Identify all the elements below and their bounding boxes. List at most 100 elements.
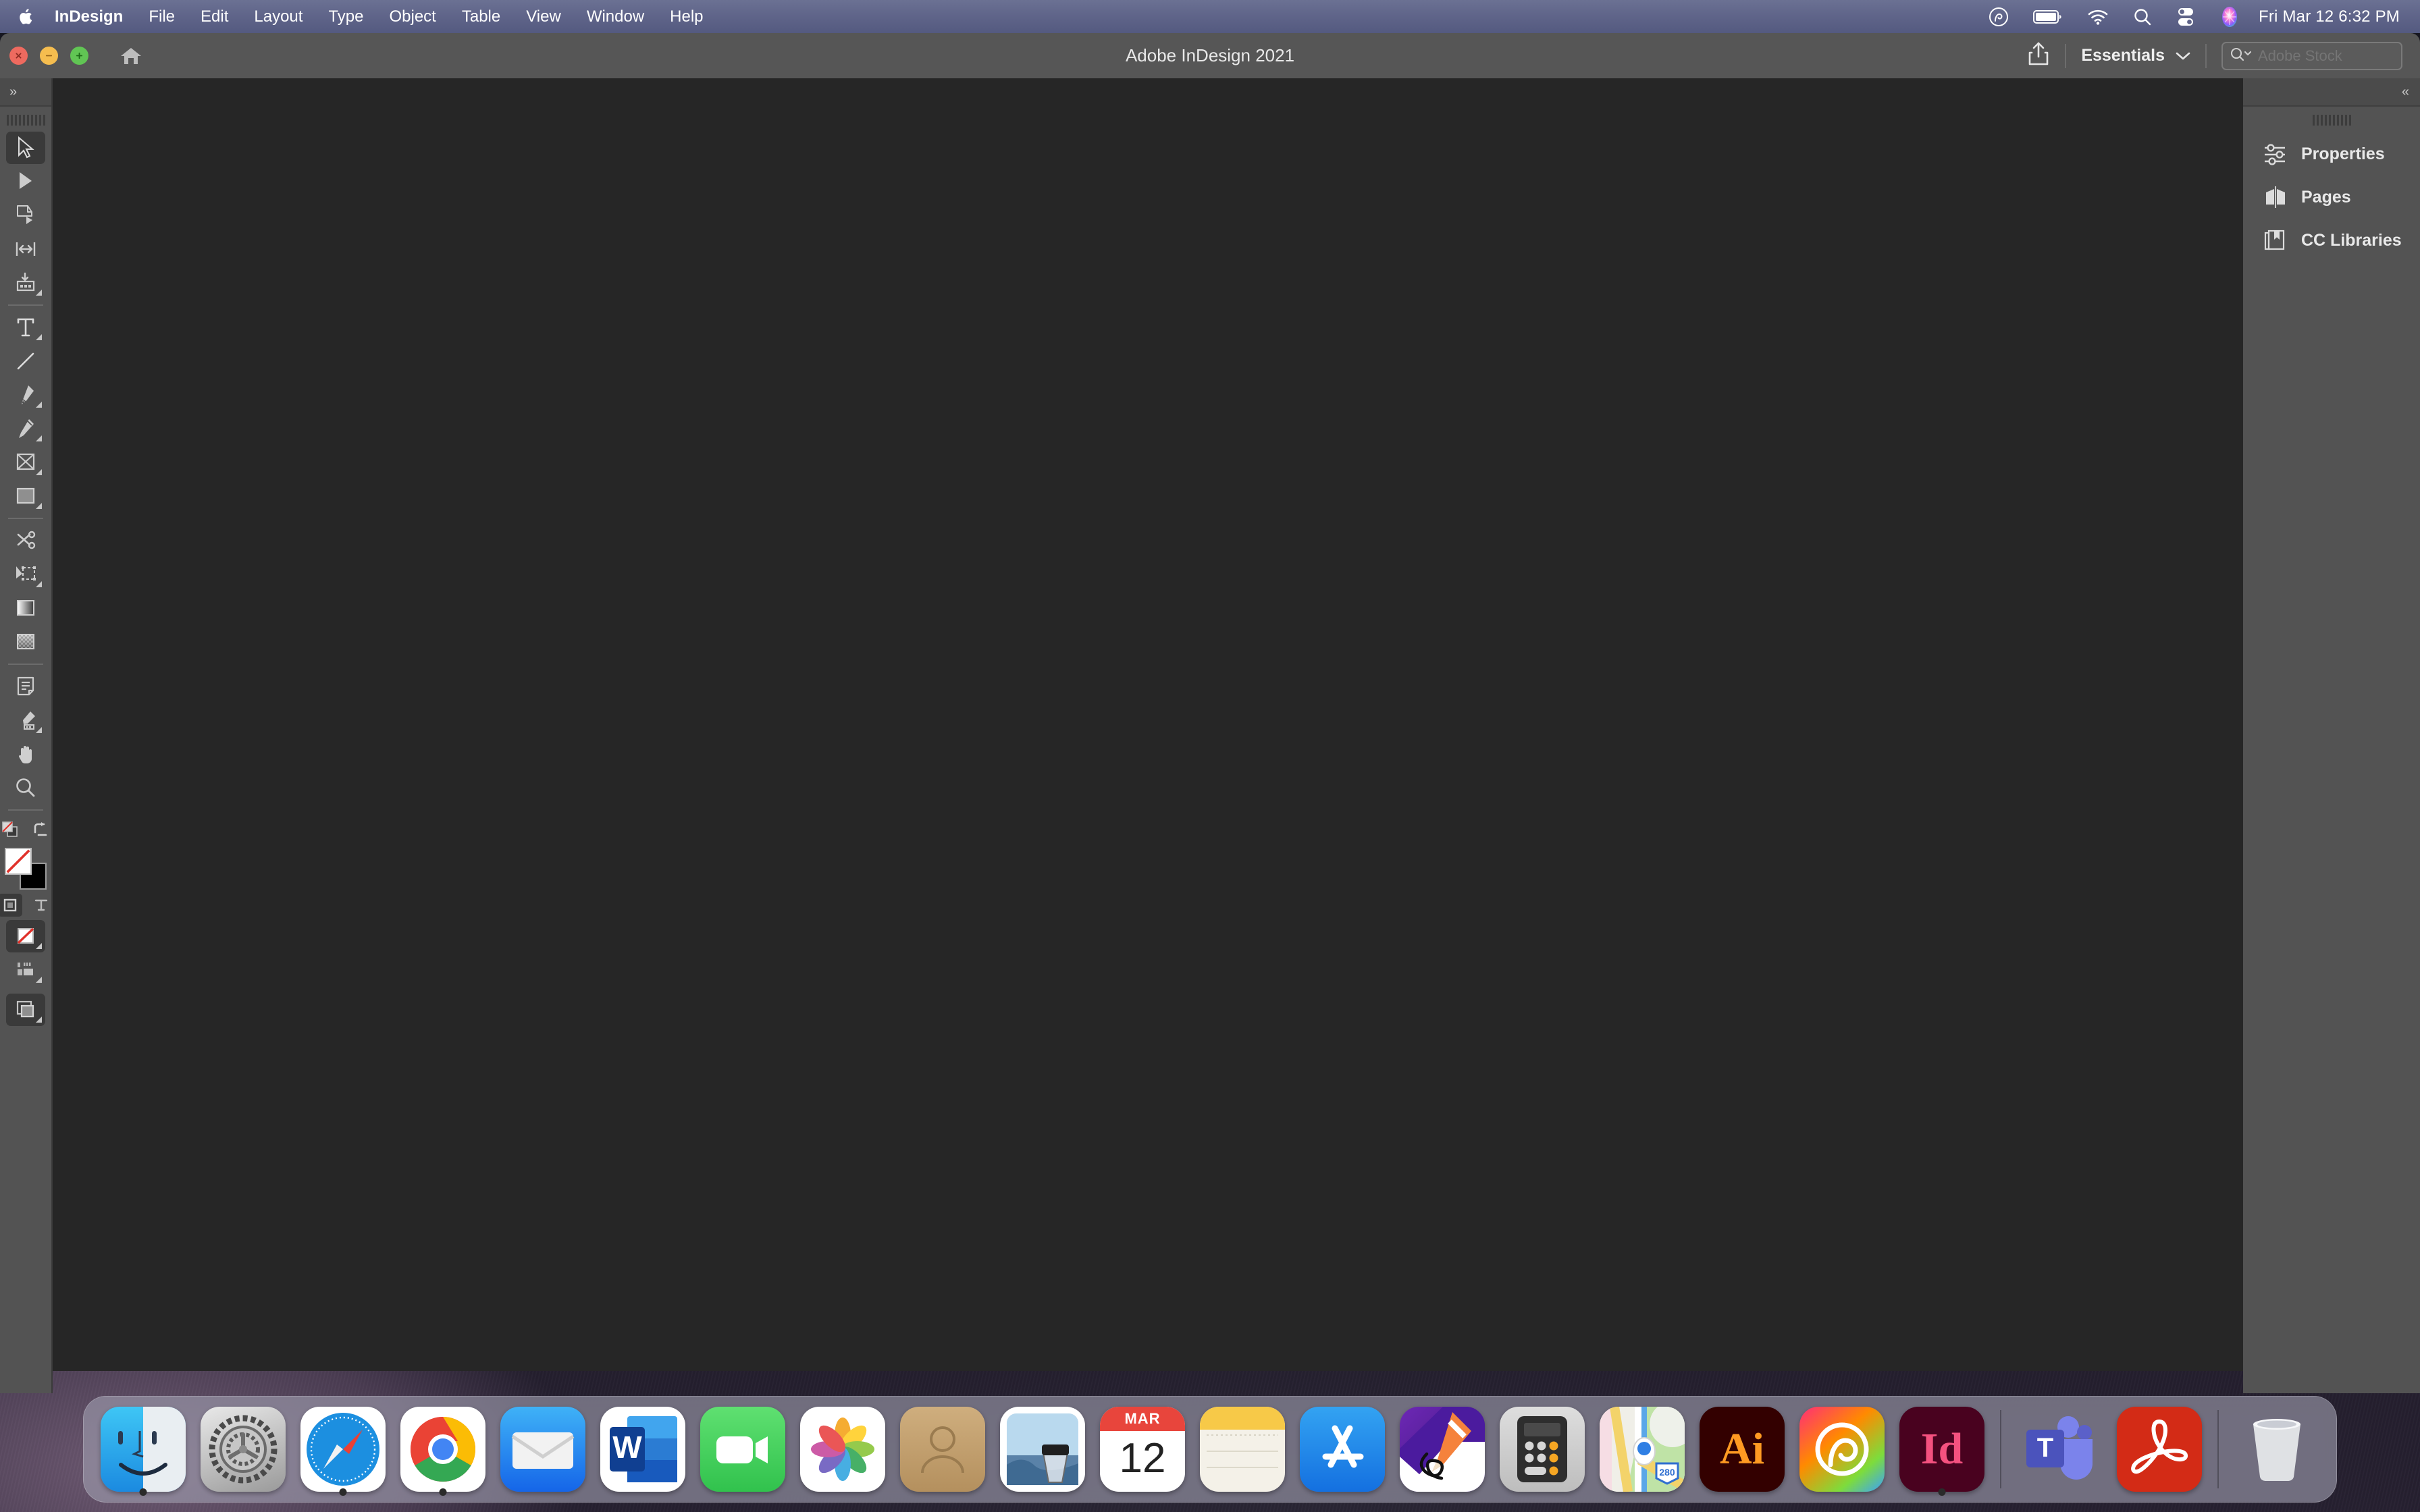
line-tool[interactable] [6,345,45,377]
frame-tool[interactable] [6,446,45,479]
adobe-stock-input[interactable] [2258,47,2394,65]
menu-item-file[interactable]: File [136,0,188,33]
apple-logo-icon[interactable] [19,4,42,30]
apply-gradient-icon[interactable] [6,954,45,986]
dock-item-appstore[interactable]: App Store [1292,1396,1392,1503]
dock-item-word[interactable]: W Microsoft Word [593,1396,693,1503]
home-icon[interactable] [120,46,142,66]
gradient-feather-tool[interactable] [6,626,45,658]
panel-drag-grip[interactable] [2243,107,2420,132]
free-transform-tool[interactable] [6,558,45,591]
gap-tool[interactable] [6,233,45,265]
panel-item-properties[interactable]: Properties [2243,132,2420,176]
svg-text:T: T [2037,1433,2053,1463]
scissors-tool[interactable] [6,524,45,557]
document-canvas[interactable] [53,78,2253,1371]
menu-item-layout[interactable]: Layout [241,0,315,33]
format-affects-text-icon[interactable] [29,894,53,917]
menu-item-view[interactable]: View [513,0,574,33]
dock-item-contacts[interactable]: Contacts [893,1396,993,1503]
apply-none-icon[interactable] [6,920,45,952]
menu-item-type[interactable]: Type [315,0,376,33]
page-tool[interactable] [6,199,45,232]
siri-icon[interactable] [2207,6,2252,28]
dock-item-creativecloud[interactable]: Creative Cloud [1792,1396,1892,1503]
running-indicator [139,1488,147,1496]
wifi-icon[interactable] [2075,8,2121,26]
dock-item-freeform[interactable]: Freeform [1392,1396,1492,1503]
menubar-clock[interactable]: Fri Mar 12 6:32 PM [2252,7,2400,26]
zoom-tool[interactable] [6,772,45,804]
default-fill-stroke-icon[interactable] [0,818,22,841]
dock-item-preview[interactable]: Preview [993,1396,1093,1503]
panel-item-cc-libraries[interactable]: CC Libraries [2243,219,2420,262]
creative-cloud-icon[interactable] [1976,7,2021,27]
fill-stroke-controls-row [0,818,53,841]
pen-tool[interactable] [6,379,45,411]
swap-fill-stroke-icon[interactable] [29,818,53,841]
spotlight-search-icon[interactable] [2121,7,2164,26]
menu-item-edit[interactable]: Edit [188,0,241,33]
type-tool[interactable] [6,311,45,344]
dock-item-maps[interactable]: 280 Maps [1592,1396,1692,1503]
flyout-indicator [36,290,42,296]
chevron-down-icon[interactable] [2176,51,2190,61]
flyout-indicator [36,503,42,509]
panel-item-pages[interactable]: Pages [2243,176,2420,219]
tools-drag-grip[interactable] [6,115,45,126]
traffic-light-group [0,47,88,65]
workspace-switcher-label[interactable]: Essentials [2081,46,2165,65]
dock-item-notes[interactable]: Notes [1192,1396,1292,1503]
dock-item-calendar[interactable]: MAR 12 Calendar [1093,1396,1192,1503]
dock-item-teams[interactable]: T Microsoft Teams [2009,1396,2109,1503]
rectangle-tool[interactable] [6,480,45,512]
close-button[interactable] [9,47,28,65]
dock-item-mail[interactable]: Mail [493,1396,593,1503]
dock-item-finder[interactable]: Finder [93,1396,193,1503]
dock-item-chrome[interactable]: Google Chrome [393,1396,493,1503]
dock-item-safari[interactable]: Safari [293,1396,393,1503]
gradient-swatch-tool[interactable] [6,592,45,624]
fill-swatch[interactable] [5,848,32,875]
menu-item-indesign[interactable]: InDesign [42,0,136,33]
minimize-button[interactable] [40,47,58,65]
note-tool[interactable] [6,670,45,703]
fill-stroke-swatches[interactable] [5,848,47,890]
hand-tool[interactable] [6,738,45,770]
panel-item-label: Pages [2301,187,2351,207]
menu-item-object[interactable]: Object [376,0,448,33]
cc-libraries-icon [2262,227,2289,254]
menu-item-window[interactable]: Window [574,0,657,33]
tools-expand-chevron[interactable]: » [0,78,51,107]
dock-item-acrobat[interactable]: Adobe Acrobat [2109,1396,2209,1503]
dock-item-calculator[interactable]: Calculator [1492,1396,1592,1503]
dock-item-facetime[interactable]: FaceTime [693,1396,793,1503]
share-icon[interactable] [2027,41,2050,70]
calendar-month: MAR [1100,1407,1185,1431]
screen-mode-icon[interactable] [6,994,45,1026]
control-center-icon[interactable] [2164,7,2207,27]
tools-divider-2 [8,518,43,519]
dock-item-photos[interactable]: Photos [793,1396,893,1503]
tools-panel: » [0,78,53,1393]
formatting-affects-row [0,894,53,917]
window-title-bar: Adobe InDesign 2021 Essentials [0,33,2420,78]
dock-item-sysprefs[interactable]: System Preferences [193,1396,293,1503]
adobe-stock-search[interactable] [2221,41,2402,70]
content-collector-tool[interactable] [6,267,45,299]
dock-item-trash[interactable]: Trash [2227,1396,2327,1503]
format-affects-container-icon[interactable] [0,894,22,917]
eyedropper-tool[interactable] [6,704,45,736]
macos-menu-bar: InDesign File Edit Layout Type Object Ta… [0,0,2420,33]
menu-item-table[interactable]: Table [449,0,513,33]
battery-icon[interactable] [2021,9,2075,25]
pencil-tool[interactable] [6,412,45,445]
direct-selection-tool[interactable] [6,165,45,198]
dock-item-indesign[interactable]: Id Adobe InDesign [1892,1396,1992,1503]
selection-tool[interactable] [6,132,45,164]
indesign-window: Adobe InDesign 2021 Essentials » [0,33,2420,1393]
zoom-button[interactable] [70,47,88,65]
menu-item-help[interactable]: Help [657,0,716,33]
panel-collapse-chevron[interactable]: « [2243,78,2420,107]
dock-item-illustrator[interactable]: Ai Adobe Illustrator [1692,1396,1792,1503]
